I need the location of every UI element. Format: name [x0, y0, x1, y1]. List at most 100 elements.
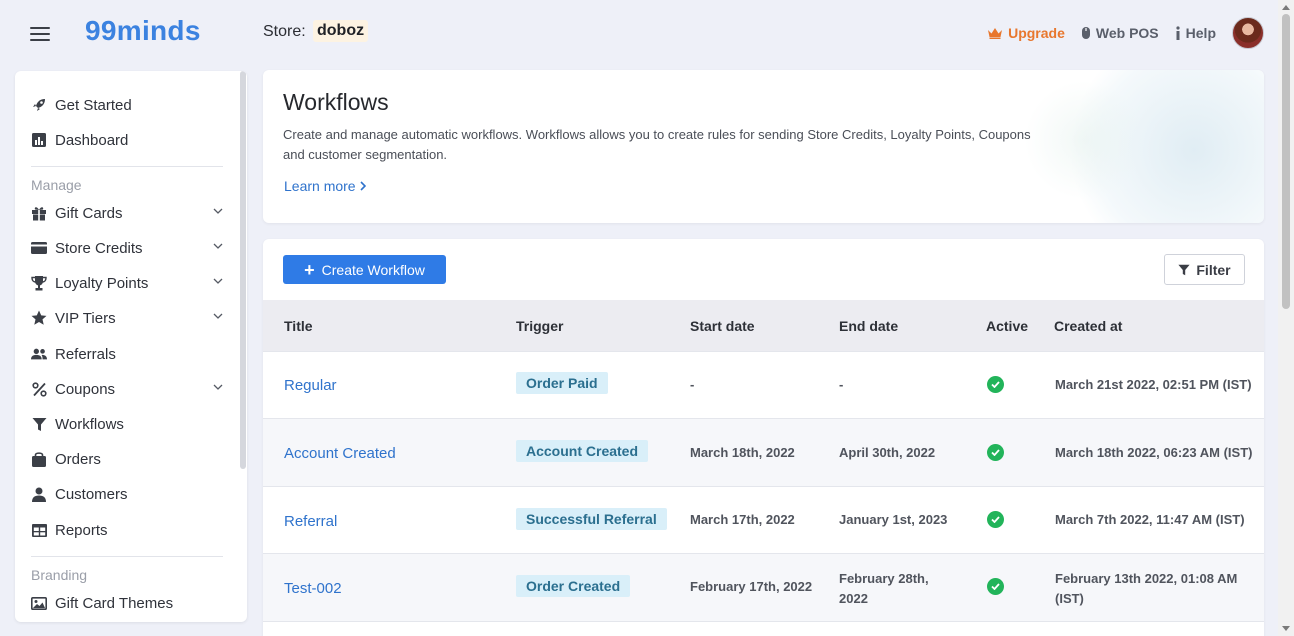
sidebar-divider — [31, 556, 223, 557]
sidebar-item-vip-tiers[interactable]: VIP Tiers — [31, 306, 223, 330]
table-row[interactable]: Regular Order Paid - - March 21st 2022, … — [263, 351, 1264, 418]
learn-more-link[interactable]: Learn more — [284, 178, 366, 194]
sidebar-item-get-started[interactable]: Get Started — [31, 93, 223, 117]
help-link[interactable]: Help — [1175, 25, 1216, 41]
scroll-up-arrow-icon[interactable] — [1282, 5, 1290, 10]
star-icon — [31, 310, 47, 326]
filter-button[interactable]: Filter — [1164, 254, 1245, 285]
sidebar-item-coupons[interactable]: Coupons — [31, 377, 223, 401]
web-pos-link[interactable]: Web POS — [1081, 25, 1159, 41]
bag-icon — [31, 451, 47, 467]
column-header-start-date[interactable]: Start date — [690, 318, 755, 334]
page-scrollbar[interactable] — [1278, 0, 1294, 636]
upgrade-link[interactable]: Upgrade — [987, 25, 1065, 41]
table-row[interactable] — [263, 621, 1264, 636]
start-date: March 17th, 2022 — [690, 512, 795, 527]
chart-icon — [31, 132, 47, 148]
info-icon — [1176, 26, 1180, 40]
chevron-down-icon — [213, 384, 223, 390]
column-header-active[interactable]: Active — [986, 318, 1028, 334]
help-label: Help — [1185, 25, 1216, 41]
plus-icon: + — [304, 259, 315, 280]
column-header-title[interactable]: Title — [284, 318, 313, 334]
sidebar-item-label: Referrals — [55, 345, 116, 363]
sidebar-item-label: Customers — [55, 485, 128, 503]
sidebar-item-label: Workflows — [55, 415, 124, 433]
column-header-trigger[interactable]: Trigger — [516, 318, 563, 334]
created-at: March 7th 2022, 11:47 AM (IST) — [1055, 512, 1245, 527]
workflow-title-link[interactable]: Account Created — [284, 445, 396, 462]
workflow-title-link[interactable]: Regular — [284, 377, 337, 394]
sidebar-item-gift-cards[interactable]: Gift Cards — [31, 201, 223, 225]
create-workflow-label: Create Workflow — [321, 261, 425, 278]
table-row[interactable]: Referral Successful Referral March 17th,… — [263, 486, 1264, 553]
column-header-end-date[interactable]: End date — [839, 318, 898, 334]
page-header-card: Workflows Create and manage automatic wo… — [263, 70, 1264, 223]
end-date: April 30th, 2022 — [839, 445, 936, 460]
sidebar-item-label: Loyalty Points — [55, 274, 149, 292]
sidebar-divider — [31, 166, 223, 167]
trigger-badge: Order Paid — [516, 372, 608, 394]
sidebar-item-label: Orders — [55, 450, 101, 468]
scrollbar-thumb[interactable] — [1282, 14, 1290, 309]
workflow-title-link[interactable]: Referral — [284, 513, 337, 530]
gift-icon — [31, 205, 47, 221]
rocket-icon — [31, 97, 47, 113]
trigger-badge: Account Created — [516, 440, 649, 462]
workflow-title-link[interactable]: Test-002 — [284, 580, 342, 597]
menu-toggle-icon[interactable] — [30, 27, 50, 41]
create-workflow-button[interactable]: + Create Workflow — [283, 255, 446, 284]
sidebar-item-gift-card-themes[interactable]: Gift Card Themes — [31, 591, 223, 615]
sidebar-item-customers[interactable]: Customers — [31, 482, 223, 506]
table-icon — [31, 522, 47, 538]
check-circle-icon — [987, 376, 1004, 393]
sidebar-item-dashboard[interactable]: Dashboard — [31, 128, 223, 152]
image-icon — [31, 595, 47, 611]
section-label-branding: Branding — [31, 567, 88, 583]
sidebar-item-label: Gift Cards — [55, 204, 123, 222]
column-header-created-at[interactable]: Created at — [1054, 318, 1122, 334]
top-right-actions: Upgrade Web POS Help — [987, 16, 1264, 50]
workflows-table-card: + Create Workflow Filter Title Trigger S… — [263, 239, 1264, 636]
sidebar-scrollbar[interactable] — [240, 71, 246, 469]
percent-icon — [31, 381, 47, 397]
sidebar-item-loyalty-points[interactable]: Loyalty Points — [31, 271, 223, 295]
start-date: February 17th, 2022 — [690, 579, 813, 594]
table-row[interactable]: Account Created Account Created March 18… — [263, 418, 1264, 486]
sidebar-item-orders[interactable]: Orders — [31, 447, 223, 471]
top-bar: 99minds Store: doboz Upgrade Web POS Hel… — [0, 0, 1266, 66]
store-name[interactable]: doboz — [313, 20, 369, 42]
sidebar-item-label: Reports — [55, 521, 108, 539]
upgrade-label: Upgrade — [1008, 25, 1065, 41]
sidebar: Get Started Dashboard Manage Gift Cards … — [15, 71, 247, 622]
sidebar-item-workflows[interactable]: Workflows — [31, 412, 223, 436]
start-date: - — [690, 377, 695, 392]
user-icon — [31, 486, 47, 502]
user-avatar[interactable] — [1232, 17, 1264, 49]
created-at: February 13th 2022, 01:08 AM (IST) — [1055, 571, 1238, 606]
sidebar-item-reports[interactable]: Reports — [31, 518, 223, 542]
app-logo[interactable]: 99minds — [85, 15, 201, 47]
table-header: Title Trigger Start date End date Active… — [263, 300, 1264, 351]
mouse-icon — [1081, 27, 1090, 39]
learn-more-label: Learn more — [284, 178, 356, 194]
wallet-icon — [31, 240, 47, 256]
sidebar-item-label: Gift Card Themes — [55, 594, 174, 612]
sidebar-item-label: VIP Tiers — [55, 309, 116, 327]
sidebar-item-label: Store Credits — [55, 239, 143, 257]
funnel-icon — [1178, 264, 1190, 275]
scroll-down-arrow-icon[interactable] — [1282, 626, 1290, 631]
table-row[interactable]: Test-002 Order Created February 17th, 20… — [263, 553, 1264, 621]
trophy-icon — [31, 275, 47, 291]
users-icon — [31, 346, 47, 362]
store-label: Store: — [263, 23, 306, 40]
sidebar-item-store-credits[interactable]: Store Credits — [31, 236, 223, 260]
sidebar-item-label: Dashboard — [55, 131, 129, 149]
sidebar-item-referrals[interactable]: Referrals — [31, 342, 223, 366]
check-circle-icon — [987, 578, 1004, 595]
created-at: March 21st 2022, 02:51 PM (IST) — [1055, 377, 1252, 392]
trigger-badge: Order Created — [516, 575, 631, 597]
chevron-down-icon — [213, 278, 223, 284]
trigger-badge: Successful Referral — [516, 508, 667, 530]
chevron-down-icon — [213, 313, 223, 319]
